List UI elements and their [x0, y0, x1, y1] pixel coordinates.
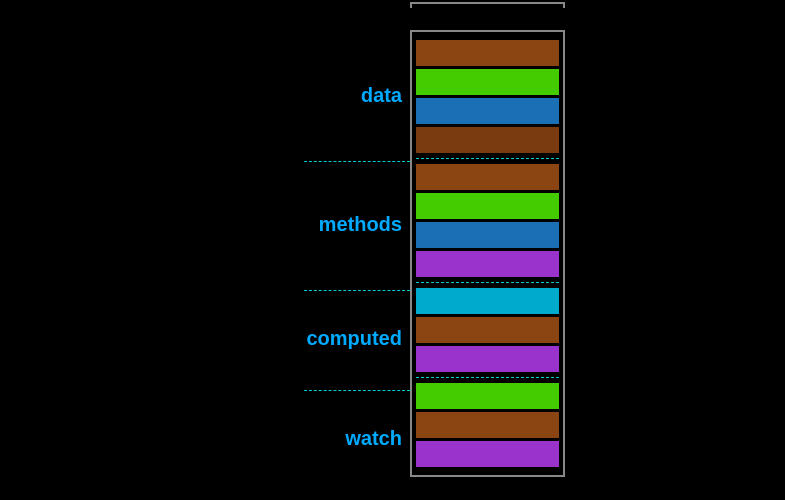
bar-data-0: [416, 40, 559, 66]
group-labels: data methods computed watch: [300, 30, 410, 492]
bar-data-2: [416, 98, 559, 124]
divider-2: [416, 377, 559, 378]
bar-data-3: [416, 127, 559, 153]
bar-methods-2: [416, 222, 559, 248]
diagram: data methods computed watch: [300, 30, 565, 492]
label-watch: watch: [345, 428, 402, 451]
section-methods: [416, 160, 559, 281]
bar-data-1: [416, 69, 559, 95]
divider-1: [416, 282, 559, 283]
connector-line-2: [304, 390, 410, 391]
section-computed: [416, 284, 559, 376]
bar-watch-2: [416, 441, 559, 467]
panel-title: [410, 2, 565, 8]
bar-methods-1: [416, 193, 559, 219]
connector-line-0: [304, 161, 410, 162]
bar-watch-1: [416, 412, 559, 438]
main-container: data methods computed watch: [0, 0, 785, 500]
divider-0: [416, 158, 559, 159]
bar-computed-1: [416, 317, 559, 343]
label-methods: methods: [319, 214, 402, 237]
label-data: data: [361, 85, 402, 108]
bar-methods-3: [416, 251, 559, 277]
section-watch: [416, 379, 559, 471]
options-panel: [410, 30, 565, 477]
section-data: [416, 36, 559, 157]
bar-computed-2: [416, 346, 559, 372]
bar-watch-0: [416, 383, 559, 409]
label-computed: computed: [306, 328, 402, 351]
bar-computed-0: [416, 288, 559, 314]
connector-line-1: [304, 290, 410, 291]
bar-methods-0: [416, 164, 559, 190]
